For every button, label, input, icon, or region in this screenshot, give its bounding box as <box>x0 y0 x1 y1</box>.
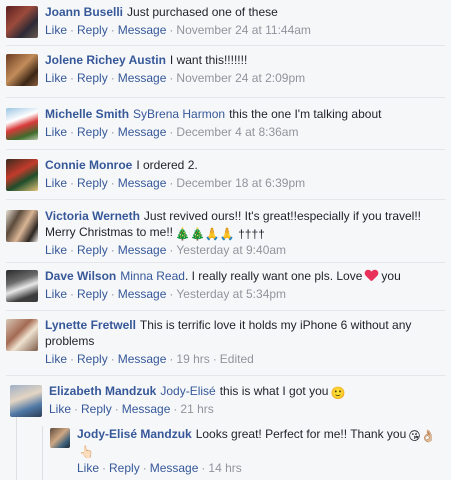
comment-timestamp[interactable]: 21 hrs <box>180 402 213 416</box>
comment-text: Just purchased one of these <box>127 5 278 19</box>
message-link[interactable]: Message <box>118 71 167 85</box>
comment-timestamp[interactable]: 14 hrs <box>208 461 241 475</box>
divider <box>6 97 445 98</box>
comment-actions: Like · Reply · Message · 14 hrs <box>77 461 242 475</box>
comment-author[interactable]: Connie Monroe <box>45 158 132 172</box>
comment-actions: Like · Reply · Message · November 24 at 2:09pm <box>45 71 306 85</box>
avatar[interactable] <box>6 210 38 242</box>
comment-actions: Like · Reply · Message · 21 hrs <box>49 402 214 416</box>
divider <box>6 45 445 46</box>
comment-text: I ordered 2. <box>136 158 198 172</box>
comment-text: this is what I got you <box>219 384 329 398</box>
avatar[interactable] <box>6 319 38 351</box>
comment-actions: Like · Reply · Message · 19 hrs · Edited <box>45 352 254 366</box>
thread-line <box>42 426 43 480</box>
heart-icon <box>365 270 378 282</box>
comment-actions: Like · Reply · Message · December 18 at 6:39pm <box>45 176 306 190</box>
comment-text: . I really really want one pls. Love <box>184 269 363 283</box>
comment-timestamp[interactable]: Yesterday at 5:34pm <box>176 287 286 301</box>
message-link[interactable]: Message <box>122 402 171 416</box>
comment-actions: Like · Reply · Message · November 24 at 11:44a… <box>45 23 311 37</box>
comment-text: this the one I'm talking about <box>229 107 382 121</box>
comment-author[interactable]: Michelle Smith <box>45 107 129 121</box>
avatar[interactable] <box>6 6 38 38</box>
comment-author[interactable]: Jolene Richey Austin <box>45 53 166 67</box>
edited-label[interactable]: Edited <box>220 352 254 366</box>
divider <box>6 375 445 376</box>
reply-link[interactable]: Reply <box>77 176 108 190</box>
message-link[interactable]: Message <box>118 176 167 190</box>
comment-timestamp[interactable]: December 18 at 6:39pm <box>176 176 305 190</box>
like-link[interactable]: Like <box>45 176 67 190</box>
reply-link[interactable]: Reply <box>109 461 140 475</box>
avatar[interactable] <box>6 270 38 302</box>
message-link[interactable]: Message <box>118 287 167 301</box>
reply-link[interactable]: Reply <box>81 402 112 416</box>
avatar[interactable] <box>10 385 42 417</box>
comment-author[interactable]: Joann Buselli <box>45 5 123 19</box>
like-link[interactable]: Like <box>45 23 67 37</box>
like-link[interactable]: Like <box>45 243 67 257</box>
message-link[interactable]: Message <box>118 352 167 366</box>
comment-timestamp[interactable]: November 24 at 2:09pm <box>176 71 305 85</box>
divider <box>6 310 445 311</box>
comment-actions: Like · Reply · Message · Yesterday at 9:40am <box>45 243 287 257</box>
like-link[interactable]: Like <box>49 402 71 416</box>
comment-author[interactable]: Elizabeth Mandzuk <box>49 384 156 398</box>
reply-link[interactable]: Reply <box>77 71 108 85</box>
comment-actions: Like · Reply · Message · Yesterday at 5:34pm <box>45 287 287 301</box>
tagged-user[interactable]: Jody-Elisé <box>160 384 215 398</box>
emoji: 😘👌🏼 <box>408 429 436 443</box>
message-link[interactable]: Message <box>118 243 167 257</box>
comment-author[interactable]: Victoria Werneth <box>45 209 140 223</box>
reply-link[interactable]: Reply <box>77 23 108 37</box>
reply-link[interactable]: Reply <box>77 352 108 366</box>
avatar[interactable] <box>6 108 38 140</box>
comment-author[interactable]: Lynette Fretwell <box>45 318 136 332</box>
emoji: 🙂 <box>330 386 346 400</box>
tagged-user[interactable]: Minna Read <box>120 269 185 283</box>
comment-text-end: you <box>381 269 401 283</box>
like-link[interactable]: Like <box>77 461 99 475</box>
comment-text: Looks great! Perfect for me!! Thank you <box>195 427 407 441</box>
reply-link[interactable]: Reply <box>77 243 108 257</box>
comment-author[interactable]: Jody-Elisé Mandzuk <box>77 427 192 441</box>
comment-timestamp[interactable]: Yesterday at 9:40am <box>176 243 286 257</box>
divider <box>6 149 445 150</box>
message-link[interactable]: Message <box>118 125 167 139</box>
like-link[interactable]: Like <box>45 352 67 366</box>
emoji: 🎄🎄🙏🙏 †††† <box>175 227 265 241</box>
message-link[interactable]: Message <box>118 23 167 37</box>
comment-text: I want this!!!!!!! <box>169 53 248 67</box>
like-link[interactable]: Like <box>45 71 67 85</box>
emoji: 👆🏻 <box>79 445 94 459</box>
comment-timestamp[interactable]: December 4 at 8:36am <box>176 125 298 139</box>
message-link[interactable]: Message <box>150 461 199 475</box>
divider <box>6 262 445 263</box>
reply-link[interactable]: Reply <box>77 125 108 139</box>
comment-author[interactable]: Dave Wilson <box>45 269 116 283</box>
comment-actions: Like · Reply · Message · December 4 at 8:36am <box>45 125 299 139</box>
reply-link[interactable]: Reply <box>77 287 108 301</box>
like-link[interactable]: Like <box>45 125 67 139</box>
divider <box>6 199 445 200</box>
comment-timestamp[interactable]: 19 hrs <box>176 352 209 366</box>
tagged-user[interactable]: SyBrena Harmon <box>133 107 225 121</box>
avatar[interactable] <box>6 54 38 86</box>
avatar[interactable] <box>6 159 38 191</box>
avatar[interactable] <box>50 428 70 448</box>
comment-timestamp[interactable]: November 24 at 11:44am <box>176 23 311 37</box>
like-link[interactable]: Like <box>45 287 67 301</box>
